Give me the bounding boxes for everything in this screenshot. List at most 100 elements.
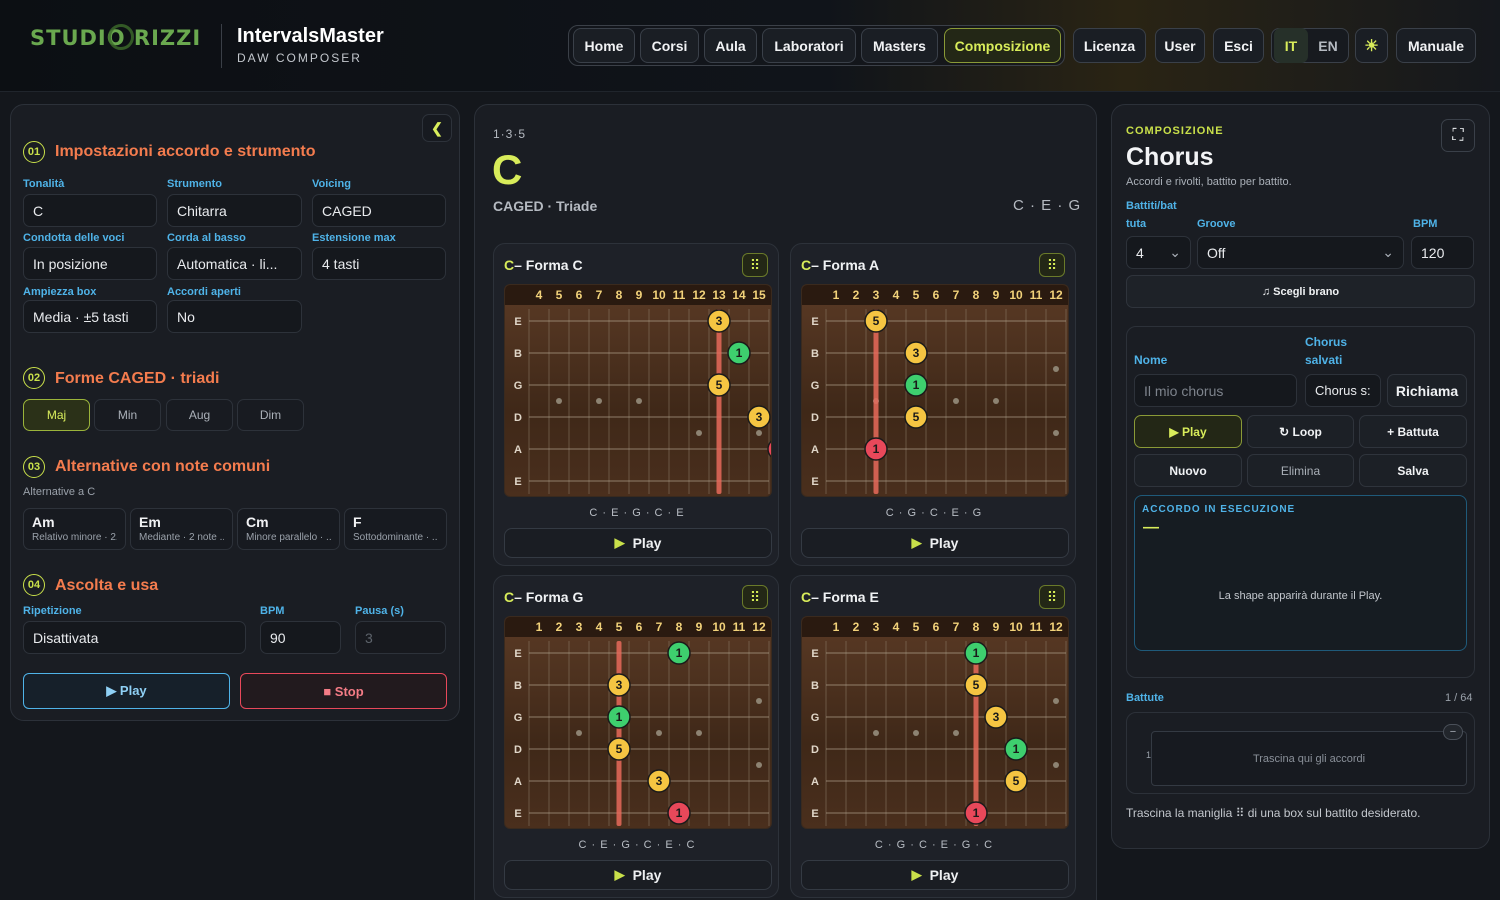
lang-it[interactable]: IT	[1274, 28, 1308, 63]
fret-number: 7	[596, 288, 603, 302]
alternative-em[interactable]: Em Mediante · 2 note ...	[130, 508, 233, 550]
fret-number: 6	[576, 288, 583, 302]
alternative-cm[interactable]: Cm Minore parallelo · ...	[237, 508, 340, 550]
chord-type: CAGED · Triade	[493, 198, 598, 214]
shape-play-button[interactable]: ▶ Play	[504, 528, 772, 558]
saved-chorus-select[interactable]: Chorus s:	[1305, 374, 1381, 407]
shape-play-button[interactable]: ▶ Play	[801, 860, 1069, 890]
delete-button[interactable]: Elimina	[1247, 454, 1354, 487]
beats-select[interactable]: 4 ⌄	[1126, 236, 1191, 269]
nav-home[interactable]: Home	[573, 28, 635, 63]
string-name: B	[514, 348, 522, 360]
nav-esci[interactable]: Esci	[1213, 28, 1264, 63]
saved-label-2: salvati	[1305, 353, 1343, 367]
nav-laboratori[interactable]: Laboratori	[762, 28, 856, 63]
note-dot-label: 5	[716, 378, 723, 392]
note-dot-label: 5	[913, 410, 920, 424]
fret-number: 8	[616, 288, 623, 302]
drag-handle-icon[interactable]: ⠿	[1039, 253, 1065, 277]
drag-handle-icon[interactable]: ⠿	[742, 585, 768, 609]
string-name: G	[811, 712, 820, 724]
groove-select[interactable]: Off ⌄	[1197, 236, 1404, 269]
bar-drop-zone[interactable]: Trascina qui gli accordi	[1151, 731, 1467, 786]
chorus-name-input[interactable]: Il mio chorus	[1134, 374, 1297, 407]
string-name: G	[811, 380, 820, 392]
string-name: A	[514, 444, 522, 456]
play-button[interactable]: ▶ Play	[23, 673, 230, 709]
fretboard-svg: 1 2 3 4 5 6 7 8 9 10 11 12EBGDAE131531	[505, 617, 771, 826]
fret-number: 8	[973, 620, 980, 634]
nav-user[interactable]: User	[1155, 28, 1205, 63]
drag-handle-icon[interactable]: ⠿	[742, 253, 768, 277]
quality-dim[interactable]: Dim	[237, 399, 304, 431]
shape-title: C– Forma G	[504, 589, 583, 605]
fret-number: 10	[712, 620, 726, 634]
fret-number: 9	[696, 620, 703, 634]
note-dot-label: 1	[913, 378, 920, 392]
note-dot-label: 5	[1013, 774, 1020, 788]
alternative-f[interactable]: F Sottodominante · ...	[344, 508, 447, 550]
remove-bar-icon[interactable]: −	[1443, 724, 1463, 740]
theme-toggle-sun-icon[interactable]: ☀	[1355, 28, 1388, 63]
key-select[interactable]: C	[23, 194, 157, 227]
app-title: IntervalsMaster	[237, 25, 384, 47]
fret-marker	[913, 730, 919, 736]
lang-en[interactable]: EN	[1311, 28, 1345, 63]
manual-button[interactable]: Manuale	[1396, 28, 1476, 63]
string-name: G	[514, 712, 523, 724]
voicing-select[interactable]: CAGED	[312, 194, 446, 227]
save-button[interactable]: Salva	[1359, 454, 1467, 487]
loop-button[interactable]: ↻ Loop	[1247, 415, 1354, 448]
drag-handle-icon[interactable]: ⠿	[1039, 585, 1065, 609]
quality-aug[interactable]: Aug	[166, 399, 233, 431]
chorus-play-button[interactable]: ▶ Play	[1134, 415, 1242, 448]
alternative-am[interactable]: Am Relativo minore · 2...	[23, 508, 126, 550]
bpm-label: BPM	[260, 605, 285, 617]
section-number: 03	[23, 456, 45, 478]
shape-bar-line	[616, 641, 622, 826]
max-extension-select[interactable]: 4 tasti	[312, 247, 446, 280]
running-chord-value: —	[1143, 519, 1159, 536]
gear-logo-icon	[108, 24, 134, 50]
nav-masters[interactable]: Masters	[861, 28, 938, 63]
chord-name: C	[492, 146, 523, 193]
composition-eyebrow: COMPOSIZIONE	[1126, 125, 1224, 137]
quality-maj[interactable]: Maj	[23, 399, 90, 431]
recall-button[interactable]: Richiama	[1387, 374, 1467, 407]
bass-string-select[interactable]: Automatica · li...	[167, 247, 302, 280]
brand-divider	[221, 24, 222, 68]
new-button[interactable]: Nuovo	[1134, 454, 1242, 487]
instrument-select[interactable]: Chitarra	[167, 194, 302, 227]
fret-number: 8	[973, 288, 980, 302]
shape-name: – Forma E	[811, 589, 879, 605]
shape-play-button[interactable]: ▶ Play	[801, 528, 1069, 558]
stop-button[interactable]: ■ Stop	[240, 673, 447, 709]
app-subtitle: DAW COMPOSER	[237, 51, 362, 65]
quality-min[interactable]: Min	[94, 399, 161, 431]
shape-title: C– Forma E	[801, 589, 879, 605]
nav-licenza[interactable]: Licenza	[1073, 28, 1146, 63]
voice-leading-select[interactable]: In posizione	[23, 247, 157, 280]
nav-composizione[interactable]: Composizione	[944, 28, 1061, 63]
open-chords-select[interactable]: No	[167, 300, 302, 333]
fret-number: 3	[873, 620, 880, 634]
box-width-select[interactable]: Media · ±5 tasti	[23, 300, 157, 333]
repeat-select[interactable]: Disattivata	[23, 621, 246, 654]
caged-shape-card: C– Forma C⠿456789101112131415EBGDAE31531…	[493, 243, 779, 566]
expand-icon[interactable]: ⛶	[1441, 119, 1475, 152]
collapse-panel-chevron-icon[interactable]: ❮	[422, 114, 452, 142]
choose-song-button[interactable]: ♫ Scegli brano	[1126, 275, 1475, 308]
bpm-label: BPM	[1413, 218, 1438, 230]
shape-play-button[interactable]: ▶ Play	[504, 860, 772, 890]
fret-number: 11	[1030, 620, 1043, 634]
add-bar-button[interactable]: + Battuta	[1359, 415, 1467, 448]
pause-input[interactable]: 3	[355, 621, 446, 654]
fret-number: 14	[732, 288, 746, 302]
bpm-input[interactable]: 90	[260, 621, 341, 654]
fretboard: 1 2 3 4 5 6 7 8 9 10 11 12 E B G D A E 1 5 3 1 5 1	[801, 616, 1069, 829]
nav-aula[interactable]: Aula	[704, 28, 757, 63]
nav-corsi[interactable]: Corsi	[640, 28, 699, 63]
note-dot-label: 1	[736, 346, 743, 360]
bpm-input[interactable]: 120	[1411, 236, 1474, 269]
string-name: D	[514, 744, 522, 756]
